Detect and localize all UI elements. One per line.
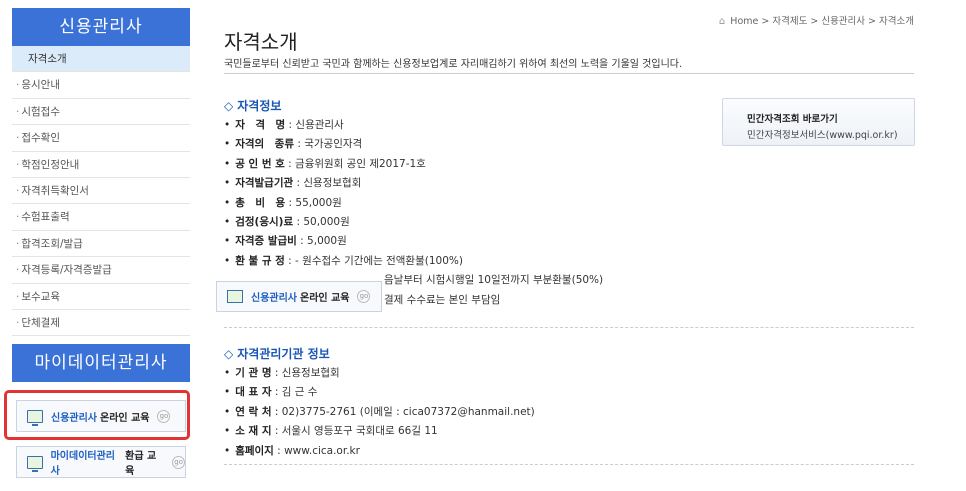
online-education-popup-button[interactable]: 신용관리사 온라인 교육 go [216, 281, 382, 312]
sidebar: 신용관리사 자격소개 · 응시안내 · 시험접수 · 접수확인 · 학점인정안내 · 자격… [12, 8, 190, 383]
list-item: • 홈페이지 : www.cica.or.kr [224, 444, 360, 457]
sidebar-menu: 자격소개 · 응시안내 · 시험접수 · 접수확인 · 학점인정안내 · 자격취득확인서 … [12, 46, 190, 337]
sidebar-title-credit-manager[interactable]: 신용관리사 [12, 8, 190, 46]
breadcrumb-current: 자격소개 [879, 16, 914, 27]
list-item: • 총 비 용 : 55,000원 [224, 196, 342, 209]
pqi-link-title: 민간자격조회 바로가기 [747, 114, 838, 125]
list-item: • 소 재 지 : 서울시 영등포구 국회대로 66길 11 [224, 425, 438, 438]
sidebar-item-application-check[interactable]: · 접수확인 [12, 125, 190, 152]
sidebar-item-exam-guide[interactable]: · 응시안내 [12, 72, 190, 99]
list-item: • 자격증 발급비 : 5,000원 [224, 235, 347, 248]
sidebar-item-credit-recognition[interactable]: · 학점인정안내 [12, 152, 190, 178]
sidebar-item-certificate-confirmation[interactable]: · 자격취득확인서 [12, 178, 190, 205]
sidebar-item-exam-application[interactable]: · 시험접수 [12, 99, 190, 126]
section-title-agency: ◇ 자격관리기관 정보 [224, 347, 330, 361]
page-intro: 국민들로부터 신뢰받고 국민과 함께하는 신용정보업계로 자리매김하기 위하여 … [224, 59, 683, 70]
go-icon: go [357, 290, 371, 303]
breadcrumb-system[interactable]: 자격제도 [772, 16, 807, 27]
home-icon: ⌂ [718, 16, 726, 27]
monitor-icon [27, 455, 43, 472]
list-item: • 환 불 규 정 : - 원수접수 기간에는 전액환불(100%) [224, 254, 463, 267]
list-item: • 기 관 명 : 신용정보협회 [224, 367, 340, 379]
list-item: • 자격발급기관 : 신용정보협회 [224, 177, 362, 190]
list-item: • 대 표 자 : 김 근 수 [224, 386, 318, 399]
breadcrumb-home[interactable]: Home [730, 16, 758, 27]
sidebar-item-qualification-intro[interactable]: 자격소개 [12, 46, 190, 73]
refund-education-button[interactable]: 마이데이터관리사 환급 교육 go [16, 446, 186, 478]
highlight-frame [4, 390, 190, 440]
homepage-link[interactable]: www.cica.or.kr [284, 445, 360, 457]
sidebar-item-continuing-education[interactable]: · 보수교육 [12, 284, 190, 310]
go-icon: go [172, 455, 185, 469]
pqi-link-sub: 민간자격정보서비스(www.pqi.or.kr) [747, 130, 898, 141]
list-item: • 연 락 처 : 02)3775-2761 (이메일 : cica07372@h… [224, 405, 535, 418]
breadcrumb: ⌂ Home > 자격제도 > 신용관리사 > 자격소개 [718, 16, 914, 27]
sidebar-item-group-payment[interactable]: · 단체결제 [12, 310, 190, 337]
list-item: • 공 인 번 호 : 금융위원회 공인 제2017-1호 [224, 157, 426, 170]
diamond-icon: ◇ [224, 99, 234, 113]
sidebar-title-mydata-manager[interactable]: 마이데이터관리사 [12, 344, 190, 383]
page-title: 자격소개 [224, 30, 298, 54]
sidebar-item-admission-ticket[interactable]: · 수험표출력 [12, 204, 190, 231]
monitor-icon [227, 290, 243, 303]
divider [224, 327, 914, 328]
sidebar-item-pass-lookup[interactable]: · 합격조회/발급 [12, 231, 190, 258]
breadcrumb-credit-manager[interactable]: 신용관리사 [821, 16, 865, 27]
divider [224, 73, 914, 74]
pqi-link-button[interactable]: 민간자격조회 바로가기 민간자격정보서비스(www.pqi.or.kr) [722, 98, 915, 146]
sidebar-item-registration[interactable]: · 자격등록/자격증발급 [12, 257, 190, 284]
list-item: • 자격의 종류 : 국가공인자격 [224, 138, 363, 151]
section-title-qualification: ◇ 자격정보 [224, 99, 282, 113]
list-item: • 검정(응시)료 : 50,000원 [224, 215, 350, 228]
agency-info-list: • 기 관 명 : 신용정보협회 • 대 표 자 : 김 근 수 • 연 락 처 : … [224, 364, 535, 461]
diamond-icon: ◇ [224, 347, 234, 361]
list-item: • 자 격 명 : 신용관리사 [224, 119, 344, 131]
divider [224, 464, 914, 465]
